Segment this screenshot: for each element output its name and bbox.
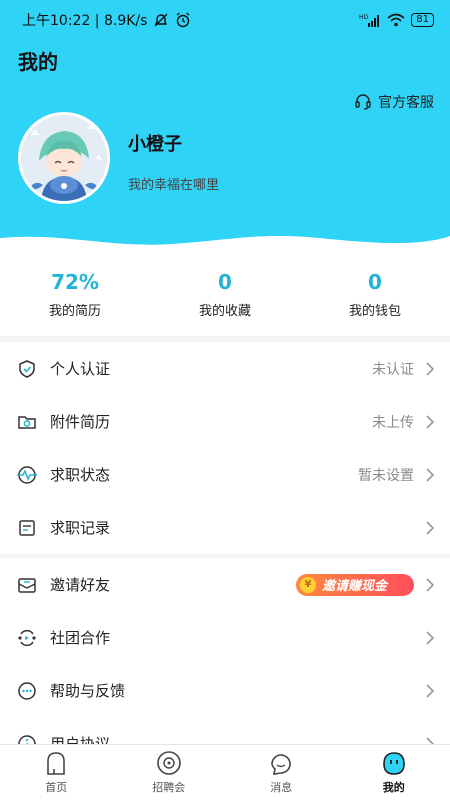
wifi-icon [387, 13, 405, 27]
menu-item-job-status[interactable]: 求职状态 暂未设置 [0, 448, 450, 501]
stat-resume-value: 72% [51, 269, 99, 294]
menu-item-club-cooperation[interactable]: 社团合作 [0, 611, 450, 664]
stat-wallet[interactable]: 0 我的钱包 [300, 252, 450, 336]
message-icon [271, 754, 292, 775]
tab-mine[interactable]: 我的 [338, 745, 450, 800]
status-bar: 上午10:22 | 8.9K/s HD 81 [0, 0, 450, 40]
chevron-right-icon [426, 520, 435, 535]
envelope-icon [16, 574, 38, 596]
chevron-right-icon [426, 577, 435, 592]
avatar-illustration [21, 115, 107, 201]
tab-job-fair-label: 招聘会 [152, 781, 186, 794]
tab-home[interactable]: 首页 [0, 745, 113, 800]
menu-group-account: 个人认证 未认证 附件简历 未上传 求职状态 暂未设置 求职记录 [0, 342, 450, 554]
avatar[interactable] [18, 112, 110, 204]
menu-item-help-feedback[interactable]: 帮助与反馈 [0, 664, 450, 717]
mine-icon [382, 752, 405, 775]
tab-messages[interactable]: 消息 [225, 745, 338, 800]
folder-icon [16, 411, 38, 433]
customer-service-label: 官方客服 [378, 95, 434, 111]
alarm-icon [176, 12, 190, 28]
menu-item-verification-status: 未认证 [372, 361, 414, 378]
menu-item-verification-label: 个人认证 [50, 360, 111, 378]
home-icon [47, 752, 66, 775]
tab-home-label: 首页 [45, 781, 68, 794]
invite-cash-badge-label: 邀请赚现金 [322, 579, 388, 594]
menu-item-job-records-label: 求职记录 [50, 519, 111, 537]
mute-icon [154, 13, 168, 27]
cooperation-icon [16, 627, 38, 649]
pulse-icon [16, 464, 38, 486]
record-icon [16, 517, 38, 539]
stats-panel: 72% 我的简历 0 我的收藏 0 我的钱包 [0, 252, 450, 336]
stat-resume[interactable]: 72% 我的简历 [0, 252, 150, 336]
menu-item-job-status-status: 暂未设置 [358, 467, 414, 484]
headset-icon [355, 94, 371, 110]
menu-item-job-records[interactable]: 求职记录 [0, 501, 450, 554]
stat-favorites-value: 0 [218, 269, 232, 294]
menu-item-club-cooperation-label: 社团合作 [50, 629, 111, 647]
chevron-right-icon [426, 630, 435, 645]
page-title: 我的 [18, 50, 58, 74]
shield-check-icon [16, 358, 38, 380]
battery-icon: 81 [411, 13, 434, 27]
profile-name[interactable]: 小橙子 [128, 130, 182, 156]
menu-item-job-status-label: 求职状态 [50, 466, 111, 484]
menu-item-invite-friends[interactable]: 邀请好友 ¥ 邀请赚现金 [0, 558, 450, 611]
tab-mine-label: 我的 [382, 781, 405, 794]
status-time-speed: 上午10:22 | 8.9K/s [22, 13, 148, 29]
coin-icon: ¥ [300, 576, 316, 593]
stat-resume-label: 我的简历 [48, 303, 101, 319]
tab-job-fair[interactable]: 招聘会 [113, 745, 226, 800]
menu-item-attachment-resume-status: 未上传 [372, 414, 414, 431]
menu-item-invite-friends-label: 邀请好友 [50, 576, 111, 594]
chevron-right-icon [426, 414, 435, 429]
disc-icon [156, 751, 181, 775]
menu-item-help-feedback-label: 帮助与反馈 [50, 682, 126, 700]
invite-cash-badge[interactable]: ¥ 邀请赚现金 [296, 573, 414, 596]
signal-icon: HD [359, 14, 380, 27]
chevron-right-icon [426, 361, 435, 376]
bottom-tab-bar: 首页 招聘会 消息 我的 [0, 744, 450, 800]
profile-motto: 我的幸福在哪里 [128, 178, 220, 193]
chevron-right-icon [426, 467, 435, 482]
menu-group-more: 邀请好友 ¥ 邀请赚现金 社团合作 帮助与反馈 [0, 558, 450, 770]
menu-item-verification[interactable]: 个人认证 未认证 [0, 342, 450, 395]
stat-wallet-value: 0 [368, 269, 382, 294]
chevron-right-icon [426, 683, 435, 698]
menu-item-attachment-resume-label: 附件简历 [50, 413, 111, 431]
chat-dots-icon [16, 680, 38, 702]
menu-item-attachment-resume[interactable]: 附件简历 未上传 [0, 395, 450, 448]
stat-wallet-label: 我的钱包 [348, 303, 401, 319]
stat-favorites[interactable]: 0 我的收藏 [150, 252, 300, 336]
customer-service-button[interactable]: 官方客服 [354, 92, 434, 112]
stat-favorites-label: 我的收藏 [198, 303, 251, 319]
tab-messages-label: 消息 [270, 781, 293, 794]
svg-text:HD: HD [359, 14, 369, 21]
